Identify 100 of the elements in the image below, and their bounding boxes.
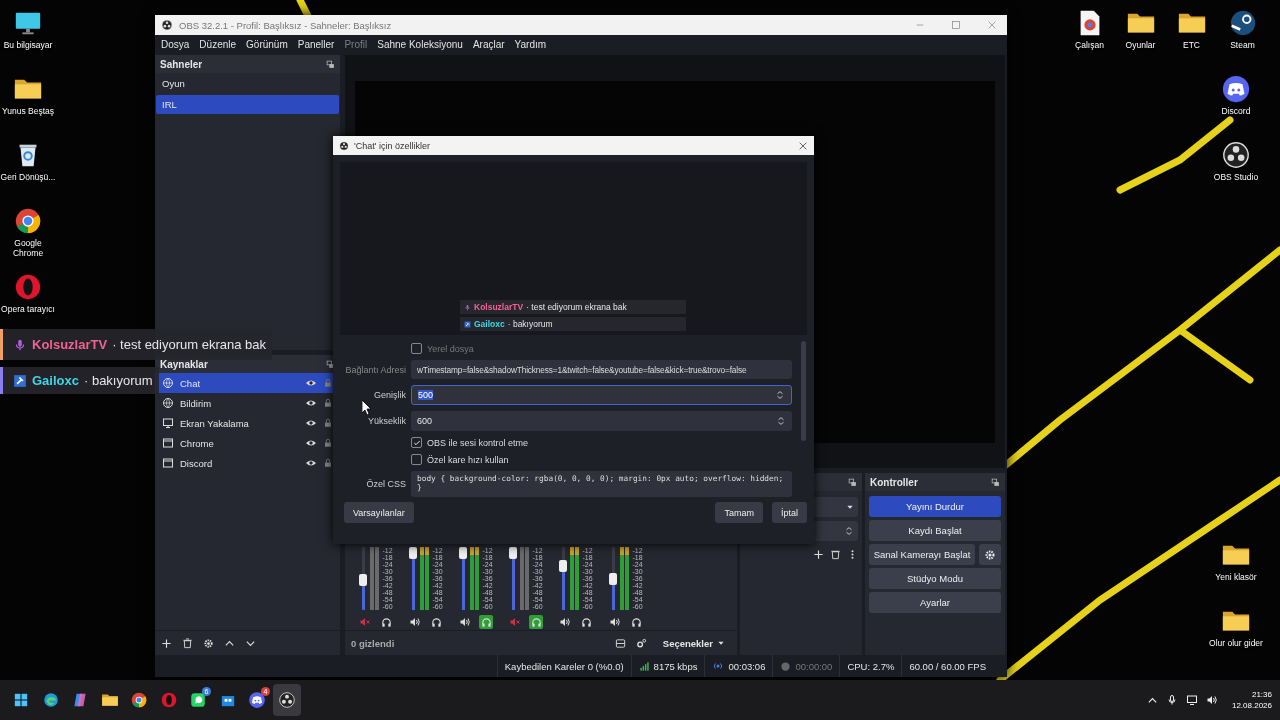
undock-icon[interactable]: [326, 59, 335, 69]
defaults-button[interactable]: Varsayılanlar: [344, 502, 414, 523]
scene-item[interactable]: Oyun: [156, 74, 339, 93]
caret-icon: [717, 639, 725, 647]
mouse-pointer-icon: [362, 400, 372, 415]
width-spinbox[interactable]: 500: [411, 385, 792, 405]
obs-icon: [161, 19, 173, 31]
checkbox[interactable]: [411, 437, 422, 448]
lock-icon[interactable]: [323, 438, 333, 448]
monitor-toggle[interactable]: [529, 615, 543, 629]
volume-slider[interactable]: [609, 547, 618, 610]
record-icon: [780, 660, 792, 672]
volume-slider[interactable]: [459, 547, 468, 610]
monitor-icon[interactable]: [1185, 694, 1198, 706]
dropped-frames-text: Kaybedilen Kareler 0 (%0.0): [504, 660, 624, 672]
scene-item[interactable]: IRL: [156, 95, 339, 114]
desktop-icon-label: OBS Studio: [1213, 172, 1259, 182]
source-name: Ekran Yakalama: [180, 417, 250, 429]
monitor-toggle[interactable]: [629, 615, 643, 629]
menu-item[interactable]: Araçlar: [467, 38, 510, 50]
menu-item[interactable]: Düzenle: [194, 38, 242, 50]
add-icon[interactable]: [161, 637, 172, 649]
checkbox[interactable]: [411, 454, 422, 465]
menu-item[interactable]: Dosya: [156, 38, 195, 50]
desktop-icon-label: Geri Dönüşü...: [0, 172, 56, 182]
source-item[interactable]: Discord: [155, 453, 340, 473]
source-name: Chrome: [180, 437, 215, 449]
layout-icon[interactable]: [614, 637, 626, 649]
spinner-arrows-icon[interactable]: [776, 416, 786, 426]
muted-speaker-icon[interactable]: [509, 616, 521, 628]
control-button[interactable]: Kaydı Başlat: [869, 520, 1001, 541]
microphone-icon[interactable]: [1165, 694, 1178, 706]
spinner-arrows-icon[interactable]: [775, 390, 785, 400]
muted-speaker-icon[interactable]: [359, 616, 371, 628]
desktop-icon-label: Bu bilgisayar: [3, 40, 53, 50]
undock-icon[interactable]: [991, 477, 1000, 487]
field-label: Özel CSS: [365, 479, 406, 489]
control-button[interactable]: Stüdyo Modu: [869, 568, 1001, 589]
taskbar-app-button[interactable]: [272, 684, 301, 716]
source-item[interactable]: Ekran Yakalama: [155, 413, 340, 433]
undock-icon[interactable]: [848, 477, 857, 487]
monitor-toggle[interactable]: [429, 615, 443, 629]
desktop-icon-label: Discord: [1221, 106, 1251, 116]
menu-item[interactable]: Yardım: [509, 38, 552, 50]
menu-item[interactable]: Görünüm: [241, 38, 293, 50]
height-spinbox[interactable]: 600: [411, 411, 792, 431]
desktop-icon-label: Opera tarayıcı: [1, 304, 55, 314]
panel-title: Kontroller: [870, 476, 918, 488]
lock-icon[interactable]: [323, 458, 333, 468]
checkbox[interactable]: [411, 343, 422, 354]
lock-icon[interactable]: [323, 418, 333, 428]
ok-button[interactable]: Tamam: [715, 502, 763, 523]
field-label: Yükseklik: [367, 416, 406, 426]
speaker-icon[interactable]: [409, 616, 421, 628]
headphones-icon: [580, 616, 592, 628]
volume-slider[interactable]: [359, 547, 368, 610]
speaker-icon[interactable]: [459, 616, 471, 628]
headphones-icon: [630, 616, 642, 628]
obs-icon: [1221, 140, 1251, 170]
monitor-toggle[interactable]: [479, 615, 493, 629]
opera-icon: [159, 691, 178, 709]
monitor-icon: [162, 417, 174, 429]
desktop-icon-label: Google Chrome: [11, 238, 45, 258]
trash-icon[interactable]: [182, 637, 193, 649]
settings-icon[interactable]: [203, 637, 214, 649]
record-time: 00:00:00: [795, 660, 833, 672]
trash-icon[interactable]: [830, 549, 841, 560]
taskbar-clock[interactable]: 21:36 12.08.2026: [1231, 689, 1272, 711]
source-item[interactable]: Chrome: [155, 433, 340, 453]
chat-bubble-icon: [189, 691, 207, 709]
speaker-icon[interactable]: [609, 616, 621, 628]
speaker-icon[interactable]: [559, 616, 571, 628]
edge-icon: [41, 691, 60, 709]
control-button[interactable]: Ayarlar: [869, 592, 1001, 613]
menu-item[interactable]: Sahne Koleksiyonu: [372, 38, 468, 50]
control-button[interactable]: Sanal Kamerayı Başlat: [869, 544, 975, 565]
scrollbar[interactable]: [801, 341, 806, 441]
undock-icon[interactable]: [326, 359, 335, 369]
speaker-icon[interactable]: [1205, 694, 1218, 706]
headphones-icon: [430, 616, 442, 628]
volume-slider[interactable]: [509, 547, 518, 610]
settings-button[interactable]: [979, 544, 1001, 565]
cancel-button[interactable]: İptal: [772, 502, 807, 523]
add-icon[interactable]: [813, 549, 824, 560]
volume-slider[interactable]: [409, 547, 418, 610]
menu-item[interactable]: Paneller: [292, 38, 340, 50]
options-button[interactable]: Seçenekler: [656, 634, 731, 652]
lock-icon[interactable]: [323, 378, 333, 388]
monitor-toggle[interactable]: [379, 615, 393, 629]
lock-icon[interactable]: [323, 398, 333, 408]
close-icon[interactable]: [798, 140, 808, 151]
desktop-icon-label: Olur olur gider: [1209, 638, 1263, 648]
volume-slider[interactable]: [559, 547, 568, 610]
monitor-toggle[interactable]: [579, 615, 593, 629]
advanced-settings-icon[interactable]: [635, 637, 647, 649]
control-button[interactable]: Yayını Durdur: [869, 496, 1001, 517]
folder-icon: [100, 691, 119, 709]
url-field[interactable]: wTimestamp=false&shadowThickness=1&twitch=false&youtube=false&kick=true&trovo=false: [411, 360, 792, 379]
source-item[interactable]: Bildirim: [155, 393, 340, 413]
stream-time: 00:03:06: [728, 660, 766, 672]
